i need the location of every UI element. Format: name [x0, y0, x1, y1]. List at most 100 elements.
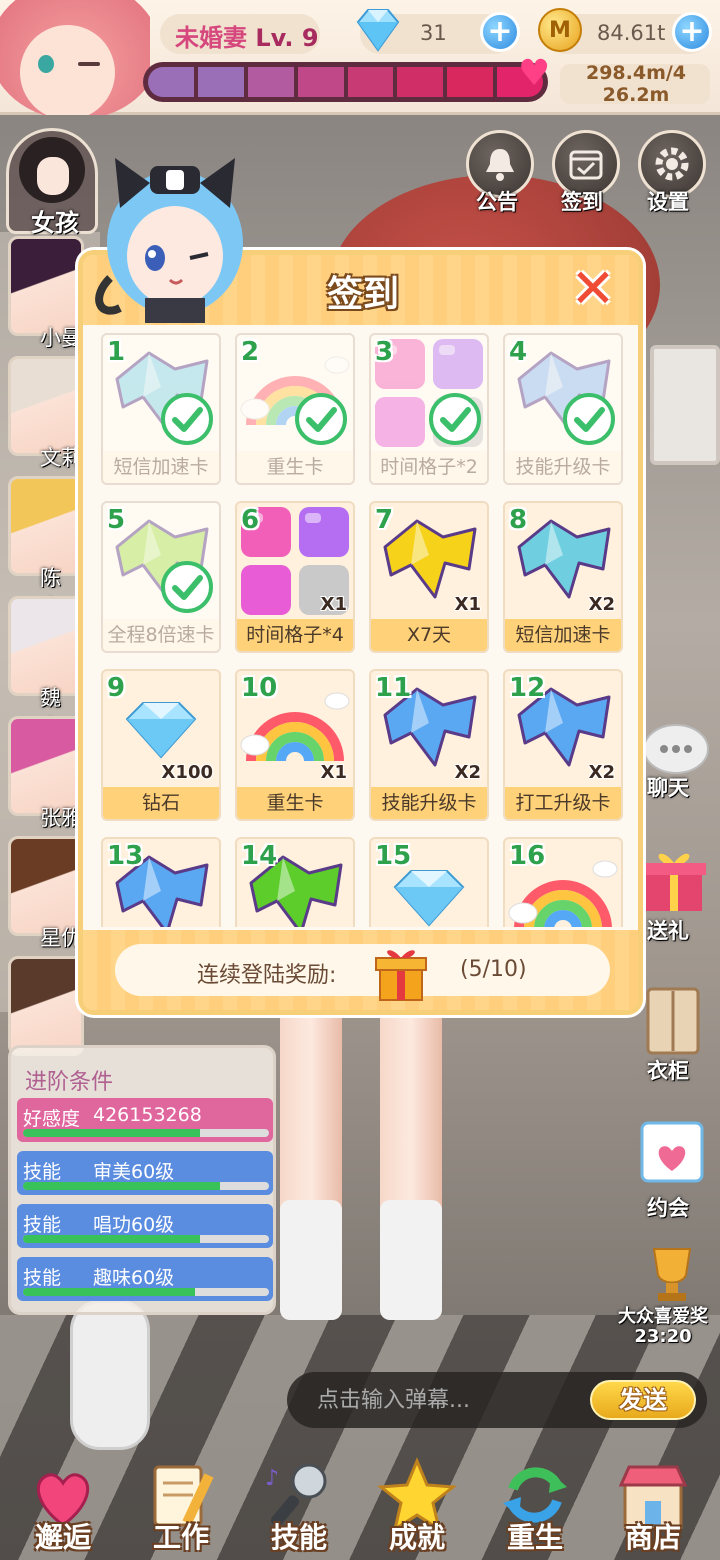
advance-condition-row: 技能 唱功60级	[17, 1204, 273, 1248]
reward-cell[interactable]: 11 X2 技能升级卡	[369, 669, 489, 821]
character-name: 星优	[40, 926, 82, 950]
reward-cell[interactable]: 16	[503, 837, 623, 927]
reward-quantity: X1	[454, 594, 481, 615]
reward-cell[interactable]: 1 短信加速卡	[101, 333, 221, 485]
nav-star[interactable]: 成就	[362, 1450, 472, 1560]
day-number: 6	[241, 505, 260, 535]
affection-value: 298.4m/4 26.2m	[585, 62, 687, 106]
award-timer: 23:20	[634, 1326, 692, 1347]
reward-label: 重生卡	[237, 787, 353, 819]
nav-label: 技能	[270, 1521, 327, 1554]
character-portrait[interactable]	[8, 236, 84, 336]
reward-cell[interactable]: 3 时间格子*2	[369, 333, 489, 485]
top-bar: 未婚妻 Lv. 9 31 + M 84.61t + ♥ 298.4m/4 26.…	[0, 0, 720, 115]
character-portrait[interactable]	[8, 356, 84, 456]
reward-label: 重生卡	[237, 451, 353, 483]
wardrobe-button[interactable]	[632, 985, 712, 1055]
bottom-navigation: 邂逅 工作 ♪ 技能 成就 重生 商店	[0, 1440, 720, 1560]
day-number: 15	[375, 841, 412, 871]
calendar-icon	[569, 150, 603, 180]
checkmark-icon	[161, 393, 213, 445]
affection-progress-bar	[143, 62, 548, 102]
character-portrait[interactable]	[8, 836, 84, 936]
reward-cell[interactable]: 12 X2 打工升级卡	[503, 669, 623, 821]
gift-button[interactable]	[632, 845, 712, 915]
nav-microphone[interactable]: ♪ 技能	[244, 1450, 354, 1560]
reward-cell[interactable]: 5 全程8倍速卡	[101, 501, 221, 653]
advance-conditions-panel: 进阶条件 好感度 426153268 技能 审美60级 技能 唱功60级 技能 趣味60级	[8, 1045, 276, 1315]
reward-cell[interactable]: 14	[235, 837, 355, 927]
add-coins-button[interactable]: +	[672, 12, 712, 52]
reward-cell[interactable]: 4 技能升级卡	[503, 333, 623, 485]
advance-condition-row: 技能 审美60级	[17, 1151, 273, 1195]
progress-segment	[397, 67, 444, 97]
award-label: 大众喜爱奖	[618, 1306, 708, 1327]
checkmark-icon	[295, 393, 347, 445]
character-portrait[interactable]	[8, 716, 84, 816]
character-name: 文莉	[40, 446, 82, 470]
girls-label: 女孩	[31, 209, 79, 237]
girls-button[interactable]: 女孩	[6, 128, 98, 237]
condition-key: 技能	[23, 1267, 62, 1289]
progress-segment	[297, 67, 344, 97]
nav-notebook[interactable]: 工作	[126, 1450, 236, 1560]
reward-cell[interactable]: 7 X1 X7天	[369, 501, 489, 653]
rank-title: 未婚妻 Lv. 9	[175, 24, 319, 52]
nav-label: 成就	[388, 1521, 445, 1554]
date-button[interactable]	[632, 1115, 712, 1185]
bell-icon	[486, 149, 514, 181]
reward-label: 短信加速卡	[505, 619, 621, 651]
reward-quantity: X1	[320, 762, 347, 783]
day-number: 12	[509, 673, 546, 703]
character-portrait[interactable]	[8, 596, 84, 696]
reward-label: X7天	[371, 619, 487, 651]
day-number: 13	[107, 841, 144, 871]
reward-label: 技能升级卡	[505, 451, 621, 483]
character-name: 张雅	[40, 806, 82, 830]
nav-label: 邂逅	[34, 1521, 91, 1554]
day-number: 5	[107, 505, 126, 535]
add-gems-button[interactable]: +	[480, 12, 520, 52]
reward-cell[interactable]: 13	[101, 837, 221, 927]
progress-segment	[447, 67, 494, 97]
gear-icon	[655, 147, 689, 181]
nav-label: 商店	[624, 1521, 681, 1554]
condition-value: 趣味60级	[93, 1267, 175, 1289]
day-number: 2	[241, 337, 260, 367]
nav-hearts[interactable]: 邂逅	[8, 1450, 118, 1560]
reward-label: 技能升级卡	[371, 787, 487, 819]
character-shoe	[70, 1300, 150, 1450]
player-avatar[interactable]	[0, 0, 150, 115]
barrage-bar: 发送	[287, 1372, 707, 1428]
advance-condition-row: 技能 趣味60级	[17, 1257, 273, 1301]
coin-icon: M	[538, 8, 582, 52]
reward-cell[interactable]: 2 重生卡	[235, 333, 355, 485]
condition-progress-fill	[23, 1129, 201, 1137]
date-label: 约会	[647, 1196, 689, 1220]
nav-shop[interactable]: 商店	[598, 1450, 708, 1560]
barrage-input[interactable]	[317, 1384, 577, 1416]
reward-cell[interactable]: 15	[369, 837, 489, 927]
reward-label: 打工升级卡	[505, 787, 621, 819]
nav-refresh[interactable]: 重生	[480, 1450, 590, 1560]
consecutive-login-pill: 连续登陆奖励: (5/10)	[115, 944, 610, 1001]
character-portrait[interactable]	[8, 476, 84, 576]
reward-cell[interactable]: 10 X1 重生卡	[235, 669, 355, 821]
rank-level: Lv. 9	[255, 24, 319, 52]
reward-cell[interactable]: 6 X1 时间格子*4	[235, 501, 355, 653]
character-portrait[interactable]	[8, 956, 84, 1056]
settings-label: 设置	[647, 190, 689, 214]
close-button[interactable]: ✕	[565, 261, 621, 317]
condition-value: 唱功60级	[93, 1214, 175, 1236]
condition-progress-fill	[23, 1182, 220, 1190]
reward-label: 钻石	[103, 787, 219, 819]
day-number: 4	[509, 337, 528, 367]
consecutive-login-label: 连续登陆奖励:	[197, 963, 337, 988]
reward-label: 短信加速卡	[103, 451, 219, 483]
consecutive-gift-icon[interactable]	[370, 942, 432, 1004]
reward-cell[interactable]: 9 X100 钻石	[101, 669, 221, 821]
send-button[interactable]: 发送	[590, 1380, 696, 1420]
condition-progress	[23, 1182, 269, 1190]
condition-progress-fill	[23, 1235, 201, 1243]
reward-cell[interactable]: 8 X2 短信加速卡	[503, 501, 623, 653]
